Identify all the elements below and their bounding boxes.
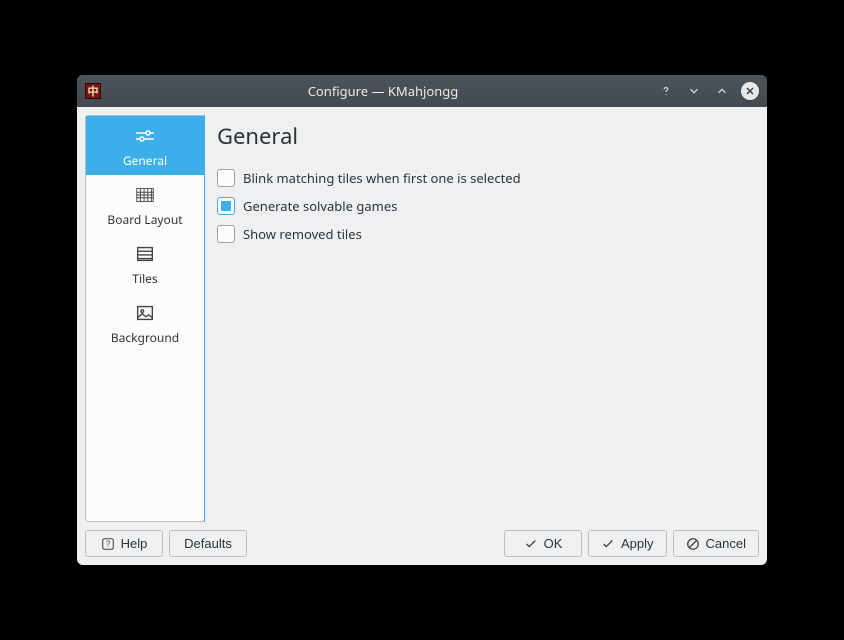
button-label: Defaults	[184, 536, 232, 551]
svg-text:?: ?	[105, 539, 110, 548]
app-icon: 中	[85, 83, 101, 99]
help-button[interactable]: ? Help	[85, 530, 163, 557]
settings-content: General Blink matching tiles when first …	[204, 115, 759, 522]
sidebar-item-label: Background	[111, 329, 179, 346]
window-controls	[657, 82, 759, 100]
checkbox[interactable]	[217, 225, 235, 243]
checkbox[interactable]	[217, 197, 235, 215]
sidebar-item-label: Board Layout	[107, 211, 182, 228]
sidebar-item-board-layout[interactable]: Board Layout	[86, 175, 204, 234]
minimize-icon[interactable]	[685, 82, 703, 100]
window-title: Configure — KMahjongg	[109, 82, 657, 100]
close-icon[interactable]	[741, 82, 759, 100]
dialog-window: 中 Configure — KMahjongg	[77, 75, 767, 565]
button-label: Cancel	[706, 536, 746, 551]
tiles-icon	[133, 242, 157, 266]
grid-icon	[133, 183, 157, 207]
option-solvable-games[interactable]: Generate solvable games	[217, 197, 755, 215]
maximize-icon[interactable]	[713, 82, 731, 100]
option-show-removed[interactable]: Show removed tiles	[217, 225, 755, 243]
option-label: Show removed tiles	[243, 225, 362, 243]
check-icon	[601, 537, 615, 551]
sidebar-item-label: Tiles	[132, 270, 157, 287]
button-label: OK	[544, 536, 563, 551]
main-area: General Board Layout	[85, 115, 759, 522]
cancel-icon	[686, 537, 700, 551]
defaults-button[interactable]: Defaults	[169, 530, 247, 557]
sliders-icon	[133, 124, 157, 148]
button-label: Help	[121, 536, 148, 551]
ok-button[interactable]: OK	[504, 530, 582, 557]
apply-button[interactable]: Apply	[588, 530, 667, 557]
image-icon	[133, 301, 157, 325]
option-label: Generate solvable games	[243, 197, 397, 215]
dialog-body: General Board Layout	[77, 107, 767, 565]
dialog-button-row: ? Help Defaults OK Apply Cancel	[85, 530, 759, 557]
button-label: Apply	[621, 536, 654, 551]
sidebar-item-label: General	[123, 152, 167, 169]
option-blink-matching[interactable]: Blink matching tiles when first one is s…	[217, 169, 755, 187]
checkbox[interactable]	[217, 169, 235, 187]
sidebar-item-general[interactable]: General	[86, 116, 204, 175]
option-label: Blink matching tiles when first one is s…	[243, 169, 521, 187]
page-heading: General	[217, 121, 755, 151]
sidebar-item-tiles[interactable]: Tiles	[86, 234, 204, 293]
category-sidebar: General Board Layout	[85, 115, 205, 522]
titlebar: 中 Configure — KMahjongg	[77, 75, 767, 107]
sidebar-item-background[interactable]: Background	[86, 293, 204, 352]
help-badge-icon: ?	[101, 537, 115, 551]
help-icon[interactable]	[657, 82, 675, 100]
cancel-button[interactable]: Cancel	[673, 530, 759, 557]
check-icon	[524, 537, 538, 551]
